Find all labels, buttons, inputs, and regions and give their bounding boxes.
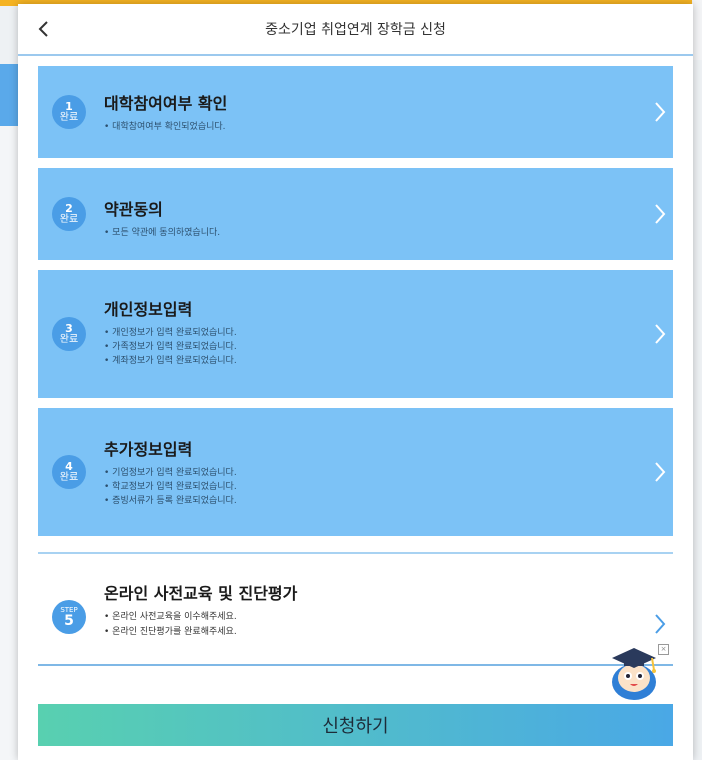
step-1-item: 대학참여여부 확인되었습니다. — [104, 120, 227, 134]
step-3-title: 개인정보입력 — [104, 300, 193, 319]
step-4-badge: 4 완료 — [52, 455, 86, 489]
step-2-badge: 2 완료 — [52, 197, 86, 231]
step-3-item: 개인정보가 입력 완료되었습니다. — [104, 326, 237, 340]
step-4-number: 4 — [65, 460, 73, 473]
step-3-badge: 3 완료 — [52, 317, 86, 351]
step-1-status: 완료 — [59, 112, 79, 123]
chevron-right-icon — [655, 102, 666, 122]
step-3-content: 개인정보입력 개인정보가 입력 완료되었습니다. 가족정보가 입력 완료되었습니… — [104, 296, 237, 368]
modal-header: 중소기업 취업연계 장학금 신청 — [18, 4, 693, 56]
step-3-card[interactable]: 3 완료 개인정보입력 개인정보가 입력 완료되었습니다. 가족정보가 입력 완… — [38, 270, 673, 398]
step-3-item: 계좌정보가 입력 완료되었습니다. — [104, 354, 237, 368]
step-1-title: 대학참여여부 확인 — [104, 94, 228, 113]
chevron-right-icon — [655, 204, 666, 224]
background-right-panel — [692, 0, 702, 60]
step-4-status: 완료 — [59, 472, 79, 483]
step-5-card[interactable]: STEP 5 온라인 사전교육 및 진단평가 온라인 사전교육을 이수해주세요.… — [38, 552, 673, 666]
mascot-icon[interactable] — [606, 642, 662, 702]
step-5-item: 온라인 사전교육을 이수해주세요. — [104, 610, 297, 625]
modal-title: 중소기업 취업연계 장학금 신청 — [265, 22, 446, 38]
back-button[interactable] — [30, 16, 56, 42]
step-4-card[interactable]: 4 완료 추가정보입력 기업정보가 입력 완료되었습니다. 학교정보가 입력 완… — [38, 408, 673, 536]
step-4-item: 기업정보가 입력 완료되었습니다. — [104, 466, 237, 480]
step-2-content: 약관동의 모든 약관에 동의하였습니다. — [104, 196, 220, 240]
chevron-left-icon — [38, 21, 48, 37]
apply-button[interactable]: 신청하기 — [38, 704, 673, 746]
step-1-card[interactable]: 1 완료 대학참여여부 확인 대학참여여부 확인되었습니다. — [38, 66, 673, 158]
step-4-title: 추가정보입력 — [104, 440, 193, 459]
step-list: 1 완료 대학참여여부 확인 대학참여여부 확인되었습니다. 2 완료 약관동의 — [38, 66, 673, 546]
step-2-status: 완료 — [59, 214, 79, 225]
step-4-item: 증빙서류가 등록 완료되었습니다. — [104, 494, 237, 508]
step-2-item: 모든 약관에 동의하였습니다. — [104, 226, 220, 240]
step-4-item: 학교정보가 입력 완료되었습니다. — [104, 480, 237, 494]
step-1-badge: 1 완료 — [52, 95, 86, 129]
step-5-number: 5 — [64, 612, 74, 629]
step-5-content: 온라인 사전교육 및 진단평가 온라인 사전교육을 이수해주세요. 온라인 진단… — [104, 580, 297, 640]
step-3-number: 3 — [65, 322, 73, 335]
step-4-content: 추가정보입력 기업정보가 입력 완료되었습니다. 학교정보가 입력 완료되었습니… — [104, 436, 237, 508]
chevron-right-icon — [655, 462, 666, 482]
step-2-number: 2 — [65, 202, 73, 215]
step-1-content: 대학참여여부 확인 대학참여여부 확인되었습니다. — [104, 90, 227, 134]
step-2-card[interactable]: 2 완료 약관동의 모든 약관에 동의하였습니다. — [38, 168, 673, 260]
step-2-title: 약관동의 — [104, 200, 163, 219]
step-5-item: 온라인 진단평가를 완료해주세요. — [104, 625, 297, 640]
step-5-badge: STEP 5 — [52, 600, 86, 634]
chevron-right-icon — [655, 614, 666, 634]
step-3-item: 가족정보가 입력 완료되었습니다. — [104, 340, 237, 354]
step-1-number: 1 — [65, 100, 73, 113]
chevron-right-icon — [655, 324, 666, 344]
application-modal: 중소기업 취업연계 장학금 신청 1 완료 대학참여여부 확인 대학참여여부 확… — [18, 4, 693, 760]
step-5-title: 온라인 사전교육 및 진단평가 — [104, 584, 298, 603]
step-3-status: 완료 — [59, 334, 79, 345]
